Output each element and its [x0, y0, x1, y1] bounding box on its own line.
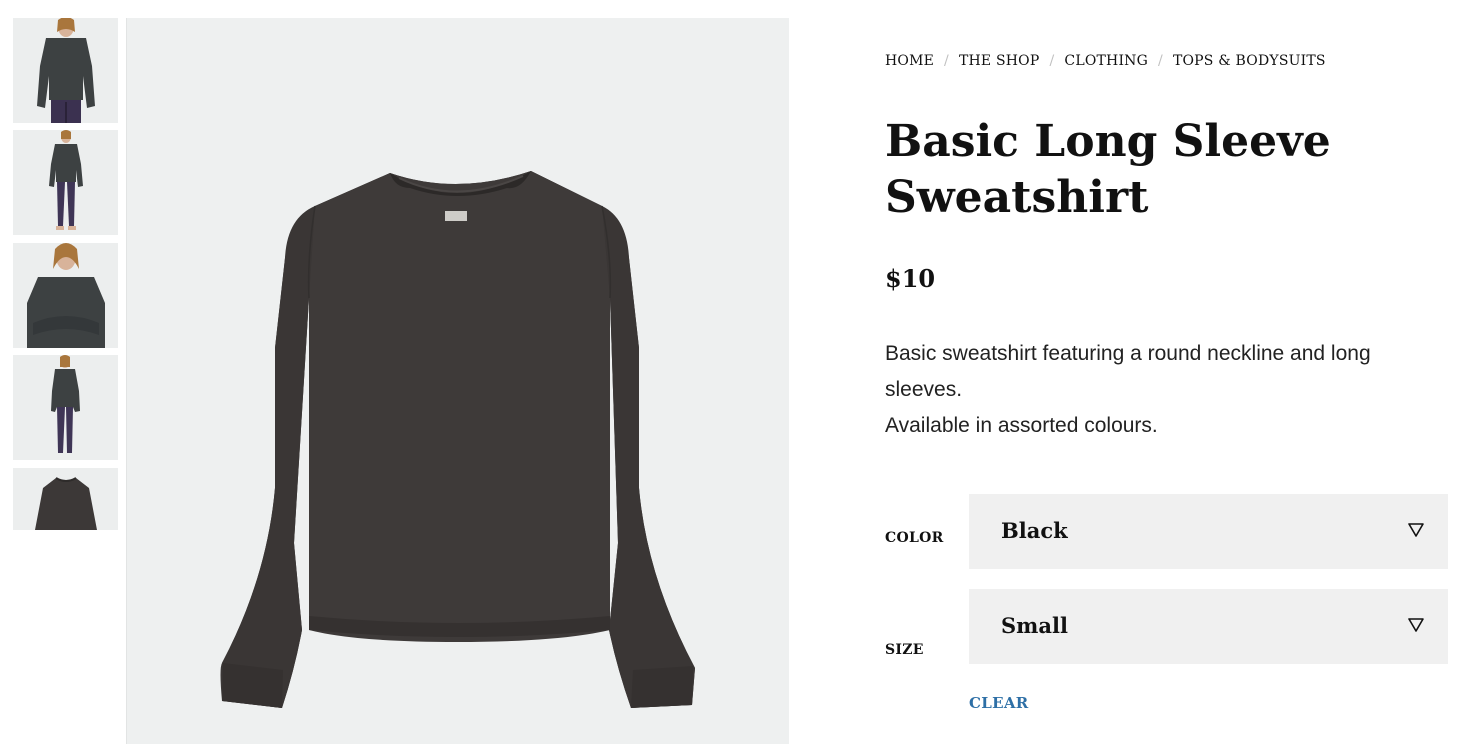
breadcrumb-separator: / [1158, 53, 1163, 69]
thumbnail-front-model[interactable] [13, 18, 118, 123]
color-selected-value: Black [1001, 518, 1068, 543]
size-select[interactable]: Small [969, 589, 1448, 664]
thumbnail-arms-crossed[interactable] [13, 243, 118, 348]
breadcrumb-home[interactable]: HOME [885, 53, 934, 69]
size-label: SIZE [885, 642, 924, 658]
product-price: $10 [885, 264, 936, 293]
thumbnail-side-view[interactable] [13, 355, 118, 460]
breadcrumb: HOME / THE SHOP / CLOTHING / TOPS & BODYSUITS [885, 53, 1326, 69]
breadcrumb-clothing[interactable]: CLOTHING [1064, 53, 1148, 69]
triangle-down-icon [1408, 523, 1424, 537]
description-line: Available in assorted colours. [885, 414, 1158, 437]
breadcrumb-tops-bodysuits[interactable]: TOPS & BODYSUITS [1173, 53, 1326, 69]
clear-options-link[interactable]: CLEAR [969, 694, 1029, 712]
color-label: COLOR [885, 530, 944, 546]
thumbnail-full-body[interactable] [13, 130, 118, 235]
product-description: Basic sweatshirt featuring a round neckl… [885, 336, 1445, 444]
breadcrumb-separator: / [944, 53, 949, 69]
size-selected-value: Small [1001, 613, 1068, 638]
triangle-down-icon [1408, 618, 1424, 632]
sweatshirt-image [127, 18, 789, 744]
color-select[interactable]: Black [969, 494, 1448, 569]
description-line: Basic sweatshirt featuring a round neckl… [885, 342, 1371, 401]
breadcrumb-separator: / [1049, 53, 1055, 69]
main-product-image[interactable] [126, 18, 789, 744]
breadcrumb-the-shop[interactable]: THE SHOP [959, 53, 1040, 69]
product-title: Basic Long Sleeve Sweatshirt [885, 116, 1331, 223]
thumbnail-product-flat[interactable] [13, 468, 118, 530]
